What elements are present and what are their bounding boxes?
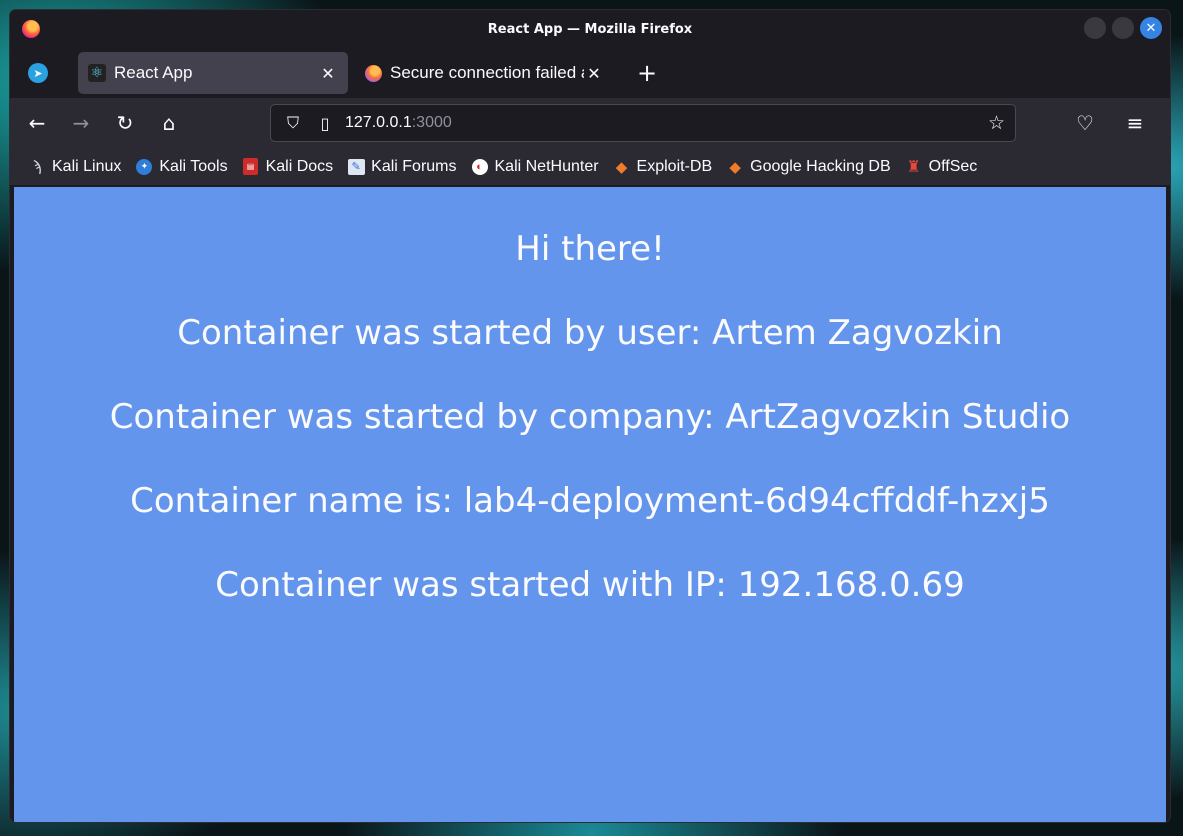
firefox-icon	[22, 20, 40, 38]
firefox-window: React App — Mozilla Firefox ✕ ➤ ⚛ React …	[10, 10, 1170, 822]
container-name-text: Container name is: lab4-deployment-6d94c…	[130, 481, 1050, 521]
kali-dragon-icon: ϡ	[32, 158, 42, 175]
bookmark-label: Kali Docs	[265, 157, 334, 175]
greeting-text: Hi there!	[515, 229, 665, 269]
bookmark-kali-nethunter[interactable]: ◐ Kali NetHunter	[471, 158, 599, 176]
bookmarks-toolbar: ϡ Kali Linux ✦ Kali Tools ▤ Kali Docs ✎ …	[10, 148, 1170, 186]
tab-strip: ➤ ⚛ React App ✕ Secure connection failed…	[10, 48, 1170, 98]
bookmark-kali-docs[interactable]: ▤ Kali Docs	[242, 157, 334, 176]
reload-button[interactable]: ↻	[108, 106, 142, 140]
new-tab-button[interactable]: +	[632, 59, 662, 87]
tab-react-app[interactable]: ⚛ React App ✕	[78, 52, 348, 94]
bookmark-label: Google Hacking DB	[750, 157, 891, 175]
url-text[interactable]: 127.0.0.1:3000	[345, 114, 988, 132]
window-controls: ✕	[1084, 17, 1162, 39]
minimize-button[interactable]	[1084, 17, 1106, 39]
react-icon: ⚛	[88, 64, 106, 82]
bookmark-label: Kali Tools	[159, 157, 228, 175]
bookmark-kali-linux[interactable]: ϡ Kali Linux	[28, 157, 122, 176]
window-title: React App — Mozilla Firefox	[487, 21, 693, 37]
menu-icon[interactable]: ≡	[1118, 106, 1152, 140]
bookmark-offsec[interactable]: ♜ OffSec	[905, 157, 978, 176]
container-ip-text: Container was started with IP: 192.168.0…	[215, 565, 965, 605]
bookmark-kali-forums[interactable]: ✎ Kali Forums	[347, 157, 457, 176]
bookmark-label: Exploit-DB	[636, 157, 713, 175]
bookmark-label: Kali NetHunter	[494, 157, 599, 175]
close-window-button[interactable]: ✕	[1140, 17, 1162, 39]
tab-secure-connection-failed[interactable]: Secure connection failed a ✕	[354, 52, 614, 94]
offsec-icon: ♜	[906, 158, 921, 176]
kali-tools-icon: ✦	[135, 158, 153, 176]
bookmark-label: Kali Linux	[52, 157, 122, 175]
kali-nethunter-icon: ◐	[471, 158, 489, 176]
home-button[interactable]: ⌂	[152, 106, 186, 140]
bookmark-kali-tools[interactable]: ✦ Kali Tools	[135, 157, 228, 176]
container-company-text: Container was started by company: ArtZag…	[109, 397, 1071, 437]
bookmark-label: OffSec	[928, 157, 978, 175]
bookmark-google-hacking-db[interactable]: ◆ Google Hacking DB	[726, 157, 891, 176]
pinned-tab-telegram[interactable]: ➤	[24, 59, 52, 87]
url-host: 127.0.0.1	[345, 114, 412, 131]
kali-docs-icon: ▤	[242, 158, 260, 176]
url-port: :3000	[411, 114, 452, 131]
url-bar[interactable]: ⛉ ▯ 127.0.0.1:3000 ☆	[270, 104, 1016, 142]
exploit-db-icon: ◆	[729, 158, 741, 176]
firefox-icon	[364, 64, 382, 82]
container-user-text: Container was started by user: Artem Zag…	[177, 313, 1003, 353]
navigation-toolbar: ← → ↻ ⌂ ⛉ ▯ 127.0.0.1:3000 ☆ ♡ ≡	[10, 98, 1170, 148]
shield-icon[interactable]: ⛉	[281, 113, 305, 133]
tab-title: React App	[114, 63, 193, 82]
exploit-db-icon: ◆	[615, 158, 628, 176]
bookmark-exploit-db[interactable]: ◆ Exploit-DB	[613, 157, 713, 176]
close-tab-icon[interactable]: ✕	[584, 64, 604, 83]
page-content: Hi there! Container was started by user:…	[14, 187, 1166, 822]
toolbar-right: ♡ ≡	[1068, 106, 1160, 140]
forward-button[interactable]: →	[64, 106, 98, 140]
title-bar: React App — Mozilla Firefox ✕	[10, 10, 1170, 48]
page-icon[interactable]: ▯	[313, 114, 337, 133]
bookmark-label: Kali Forums	[371, 157, 457, 175]
pocket-icon[interactable]: ♡	[1068, 106, 1102, 140]
bookmark-star-icon[interactable]: ☆	[988, 112, 1005, 134]
kali-forums-icon: ✎	[347, 158, 365, 176]
maximize-button[interactable]	[1112, 17, 1134, 39]
close-tab-icon[interactable]: ✕	[318, 64, 338, 83]
back-button[interactable]: ←	[20, 106, 54, 140]
tab-title: Secure connection failed a	[390, 63, 584, 82]
telegram-icon: ➤	[28, 63, 48, 83]
